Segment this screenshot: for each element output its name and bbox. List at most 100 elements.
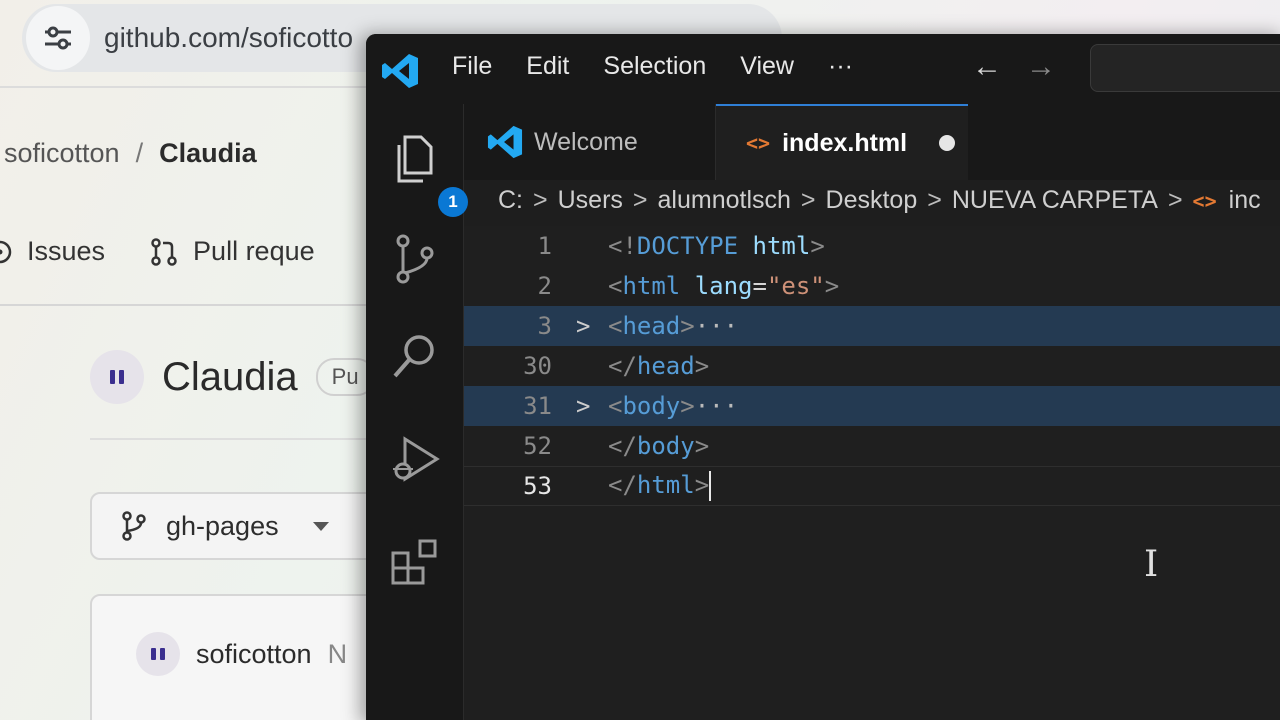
repo-nav-tabs: Issues Pull reque — [0, 236, 349, 267]
url-text[interactable]: github.com/soficotto — [104, 22, 353, 54]
title-bar: File Edit Selection View ··· ← → — [366, 34, 1280, 104]
code-text: <html lang="es"> — [608, 272, 840, 300]
repo-header: Claudia Pu — [90, 350, 375, 404]
breadcrumb-file[interactable]: inc — [1229, 186, 1261, 215]
code-text: </html> — [608, 471, 712, 501]
site-settings-button[interactable] — [26, 6, 90, 70]
chevron-right-icon: > — [632, 186, 648, 214]
unsaved-dot-icon[interactable] — [939, 135, 956, 151]
code-text: <body>··· — [608, 392, 739, 420]
breadcrumb-drive[interactable]: C: — [498, 186, 523, 215]
source-changes-badge: 1 — [438, 187, 468, 217]
code-text: <!DOCTYPE html> — [608, 232, 825, 260]
text-cursor — [709, 471, 712, 501]
menu-more[interactable]: ··· — [828, 52, 853, 81]
tab-issues-label: Issues — [27, 236, 106, 266]
line-number: 53 — [523, 472, 552, 500]
menu-file[interactable]: File — [452, 52, 492, 81]
code-line[interactable]: 52 </body> — [464, 426, 1280, 466]
html-file-icon: <> — [1192, 188, 1217, 213]
vscode-icon — [487, 125, 523, 159]
chevron-down-icon — [312, 521, 329, 531]
code-line[interactable]: 30 </head> — [464, 346, 1280, 386]
line-number: 30 — [523, 352, 552, 380]
tab-welcome-label: Welcome — [534, 127, 638, 156]
line-number: 3 — [537, 312, 552, 340]
avatar — [90, 350, 144, 404]
commit-row: soficotton N — [136, 632, 347, 676]
issues-icon — [0, 240, 12, 263]
breadcrumb-users[interactable]: Users — [558, 186, 623, 215]
mouse-ibeam-cursor-icon: I — [1144, 544, 1159, 585]
code-line-folded[interactable]: 3 > <head>··· — [464, 306, 1280, 346]
line-number: 31 — [523, 392, 552, 420]
pull-request-icon — [151, 237, 177, 266]
code-line-current[interactable]: 53 </html> — [464, 466, 1280, 506]
fold-chevron-icon[interactable]: > — [576, 312, 590, 340]
repo-breadcrumb: soficotton / Claudia — [4, 138, 257, 169]
run-debug-button[interactable] — [388, 432, 442, 486]
code-line-folded[interactable]: 31 > <body>··· — [464, 386, 1280, 426]
chevron-right-icon: > — [1167, 186, 1183, 214]
breadcrumb-user[interactable]: alumnotlsch — [658, 186, 791, 215]
files-icon — [397, 135, 433, 183]
tab-index-html[interactable]: <> index.html — [716, 104, 968, 180]
navigation-arrows: ← → — [972, 50, 1056, 84]
line-number: 52 — [523, 432, 552, 460]
back-arrow-icon[interactable]: ← — [972, 50, 1002, 84]
tune-icon — [45, 26, 71, 50]
source-control-button[interactable] — [388, 232, 442, 286]
breadcrumb-desktop[interactable]: Desktop — [826, 186, 918, 215]
code-editor[interactable]: 1 <!DOCTYPE html> 2 <html lang="es"> 3 >… — [464, 226, 1280, 720]
forward-arrow-icon[interactable]: → — [1026, 50, 1056, 84]
tab-index-html-label: index.html — [782, 128, 908, 157]
commit-author[interactable]: soficotton — [196, 639, 312, 670]
branch-selector-button[interactable]: gh-pages — [90, 492, 390, 560]
chevron-right-icon: > — [800, 186, 816, 214]
menu-selection[interactable]: Selection — [603, 52, 706, 81]
vscode-logo-icon — [382, 54, 418, 88]
explorer-button[interactable]: 1 — [388, 132, 468, 217]
activity-bar: 1 — [366, 104, 468, 720]
line-number: 1 — [537, 232, 552, 260]
tab-pull-requests-label: Pull reque — [193, 236, 315, 266]
search-button[interactable] — [388, 330, 442, 384]
menu-view[interactable]: View — [740, 52, 794, 81]
owner-link[interactable]: soficotton — [4, 138, 120, 168]
command-center-search[interactable] — [1090, 44, 1280, 92]
source-control-icon — [396, 234, 434, 284]
vscode-window: File Edit Selection View ··· ← → 1 Welco… — [366, 34, 1280, 720]
line-number: 2 — [537, 272, 552, 300]
run-debug-icon — [393, 436, 440, 482]
html-file-icon: <> — [746, 131, 771, 155]
menu-bar: File Edit Selection View ··· — [452, 52, 887, 81]
breadcrumb-folder[interactable]: NUEVA CARPETA — [952, 186, 1158, 215]
file-breadcrumbs: C: > Users > alumnotlsch > Desktop > NUE… — [498, 186, 1261, 215]
chevron-right-icon: > — [927, 186, 942, 214]
repo-title: Claudia — [162, 354, 298, 399]
code-line[interactable]: 2 <html lang="es"> — [464, 266, 1280, 306]
breadcrumb-separator: / — [135, 138, 144, 168]
extensions-button[interactable] — [388, 536, 442, 590]
search-icon — [393, 335, 434, 378]
commit-message: N — [327, 638, 348, 669]
code-text: </body> — [608, 432, 710, 460]
tab-issues[interactable]: Issues — [0, 236, 105, 267]
tab-welcome[interactable]: Welcome — [464, 104, 716, 180]
menu-edit[interactable]: Edit — [526, 52, 569, 81]
divider — [0, 86, 380, 88]
chevron-right-icon: > — [533, 186, 548, 214]
code-text: <head>··· — [608, 312, 739, 340]
avatar[interactable] — [136, 632, 180, 676]
extensions-icon — [391, 539, 437, 585]
divider — [0, 304, 380, 306]
branch-icon — [122, 511, 146, 541]
code-line[interactable]: 1 <!DOCTYPE html> — [464, 226, 1280, 266]
branch-name: gh-pages — [166, 510, 279, 541]
divider — [90, 438, 380, 440]
fold-chevron-icon[interactable]: > — [576, 392, 590, 420]
repo-link[interactable]: Claudia — [159, 138, 257, 168]
tab-pull-requests[interactable]: Pull reque — [149, 236, 315, 267]
editor-tabs: Welcome <> index.html — [464, 104, 1280, 180]
code-text: </head> — [608, 352, 710, 380]
